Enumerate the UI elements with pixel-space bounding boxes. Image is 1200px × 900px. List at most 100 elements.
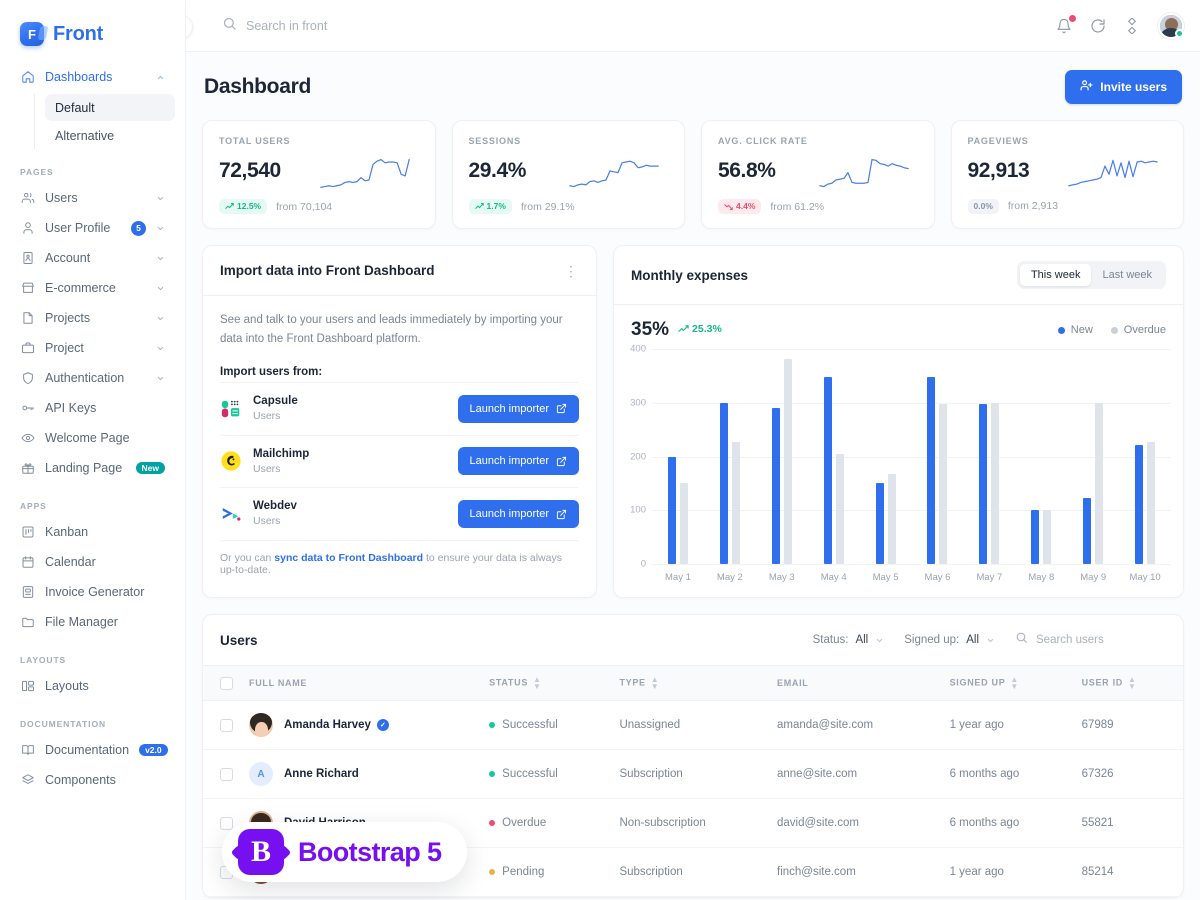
chart-bar-overdue — [939, 403, 948, 564]
sidebar-group-title: DOCUMENTATION — [20, 719, 106, 729]
sidebar-item-authentication[interactable]: Authentication — [10, 363, 175, 393]
brand-logo[interactable]: F Front — [0, 0, 185, 52]
sidebar-item-project[interactable]: Project — [10, 333, 175, 363]
sidebar-item-dashboards[interactable]: Dashboards — [10, 62, 175, 92]
launch-importer-button[interactable]: Launch importer — [457, 447, 579, 476]
bell-icon[interactable] — [1056, 14, 1076, 34]
external-link-icon — [556, 404, 567, 414]
cell-full-name: Amanda Harvey ✓ — [241, 700, 482, 751]
online-status-dot — [1175, 28, 1184, 38]
row-checkbox[interactable] — [220, 767, 233, 781]
refresh-icon[interactable] — [1090, 18, 1106, 34]
stat-card: PAGEVIEWS 92,913 0.0% from 2,913 — [950, 120, 1184, 229]
chart-bar-overdue — [887, 473, 896, 564]
middle-row: Import data into Front Dashboard ⋮ See a… — [202, 245, 1184, 598]
table-header-signed-up[interactable]: SIGNED UP ▲ ▼ — [941, 664, 1074, 702]
search-icon — [222, 16, 237, 36]
sidebar-item-e-commerce[interactable]: E-commerce — [10, 273, 175, 303]
mailchimp-logo — [221, 451, 241, 471]
expenses-bar-chart: 400 300 200 100 0 — [620, 344, 1171, 570]
sidebar-item-projects[interactable]: Projects — [10, 303, 175, 333]
table-header-type[interactable]: TYPE ▲ ▼ — [611, 664, 769, 702]
table-header-user-id[interactable]: USER ID ▲ ▼ — [1073, 664, 1183, 702]
stat-delta-value: 12.5% — [237, 201, 262, 212]
kebab-menu-icon[interactable]: ⋮ — [564, 264, 579, 278]
table-row[interactable]: Amanda Harvey ✓ Successful Unassigned amanda… — [203, 700, 1183, 751]
filter-status[interactable]: Status: All — [813, 634, 885, 646]
add-user-icon — [1080, 79, 1093, 95]
status-label: Successful — [502, 768, 558, 781]
sidebar-item-welcome-page[interactable]: Welcome Page — [10, 423, 175, 453]
cell-status: Successful — [481, 749, 612, 800]
table-row[interactable]: A Anne Richard Successful Subscription anne@… — [203, 749, 1183, 800]
tab-last-week[interactable]: Last week — [1091, 264, 1163, 286]
sidebar-item-label: E-commerce — [45, 281, 116, 295]
bootstrap-badge[interactable]: B Bootstrap 5 — [222, 822, 468, 882]
filter-signed-up-label: Signed up: — [904, 634, 960, 646]
select-all-checkbox[interactable] — [220, 676, 233, 690]
stat-comparison: from 70,104 — [276, 200, 333, 213]
apps-grid-icon[interactable] — [1124, 17, 1140, 34]
chevron-up-icon — [157, 75, 164, 79]
sidebar-item-file-manager[interactable]: File Manager — [10, 607, 175, 637]
invite-users-button[interactable]: Invite users — [1065, 70, 1182, 104]
sidebar-item-kanban[interactable]: Kanban — [10, 517, 175, 547]
sidebar-item-label: Welcome Page — [45, 431, 130, 445]
stat-delta-badge: 4.4% — [718, 199, 762, 214]
sidebar-item-label: API Keys — [45, 401, 97, 415]
cell-type: Non-subscription — [611, 798, 769, 849]
row-checkbox[interactable] — [220, 816, 233, 830]
chevron-down-icon — [877, 638, 883, 642]
tab-this-week[interactable]: This week — [1019, 264, 1092, 286]
sidebar-item-calendar[interactable]: Calendar — [10, 547, 175, 577]
avatar: A — [249, 762, 273, 787]
sidebar-item-users[interactable]: Users — [10, 183, 175, 213]
sidebar-item-label: Dashboards — [45, 70, 113, 84]
sidebar-item-landing-page[interactable]: Landing Page New — [10, 453, 175, 483]
page-header: Dashboard Invite users — [202, 52, 1184, 120]
global-search[interactable] — [222, 16, 1046, 36]
sidebar-item-account[interactable]: Account — [10, 243, 175, 273]
launch-importer-button[interactable]: Launch importer — [457, 500, 579, 528]
sidebar-item-label: File Manager — [45, 615, 118, 629]
trend-up-icon — [225, 203, 234, 209]
status-badge: Pending — [489, 866, 603, 878]
chart-x-tick-label: May 1 — [665, 572, 691, 583]
avatar[interactable] — [1158, 12, 1184, 39]
sidebar-subitem-alternative[interactable]: Alternative — [45, 122, 175, 149]
table-header-status[interactable]: STATUS ▲ ▼ — [481, 664, 612, 702]
sidebar-item-layouts[interactable]: Layouts — [10, 671, 175, 701]
sync-data-link[interactable]: sync data to Front Dashboard — [274, 552, 423, 564]
sidebar-group-title: PAGES — [20, 167, 54, 177]
cell-type: Subscription — [611, 749, 769, 800]
kanban-icon — [20, 525, 35, 540]
import-source-name: Webdev — [253, 500, 297, 513]
status-dot — [489, 771, 496, 778]
filter-signed-up[interactable]: Signed up: All — [904, 634, 995, 646]
row-checkbox[interactable] — [220, 718, 233, 732]
stat-cards: TOTAL USERS 72,540 12.5% from 70,104 SESSION… — [202, 120, 1184, 229]
brand-name: Front — [53, 22, 104, 45]
briefcase-icon — [20, 341, 35, 356]
users-search-input[interactable] — [1036, 634, 1166, 646]
chart-summary: 35% 25.3% New Overdue — [614, 305, 1183, 345]
chart-bar-overdue — [1043, 510, 1052, 564]
sidebar-item-documentation[interactable]: Documentation v2.0 — [10, 735, 175, 765]
folder-icon — [20, 615, 35, 630]
sidebar-item-invoice-generator[interactable]: Invoice Generator — [10, 577, 175, 607]
launch-importer-button[interactable]: Launch importer — [457, 394, 579, 423]
sidebar-item-components[interactable]: Components — [10, 765, 175, 795]
legend-label-new: New — [1070, 324, 1093, 336]
verified-badge-icon: ✓ — [376, 719, 389, 732]
sidebar-item-api-keys[interactable]: API Keys — [10, 393, 175, 423]
sidebar-subitem-default[interactable]: Default — [45, 94, 175, 121]
sidebar-item-label: Authentication — [45, 371, 125, 385]
cell-type: Subscription — [611, 847, 769, 898]
external-link-icon — [556, 509, 567, 519]
users-search[interactable] — [1015, 631, 1166, 649]
sidebar-item-user-profile[interactable]: User Profile 5 — [10, 213, 175, 243]
import-source-type: Users — [253, 515, 281, 528]
chart-bar-new — [875, 483, 884, 564]
search-input[interactable] — [246, 18, 546, 33]
collapse-sidebar-icon[interactable] — [186, 15, 193, 39]
